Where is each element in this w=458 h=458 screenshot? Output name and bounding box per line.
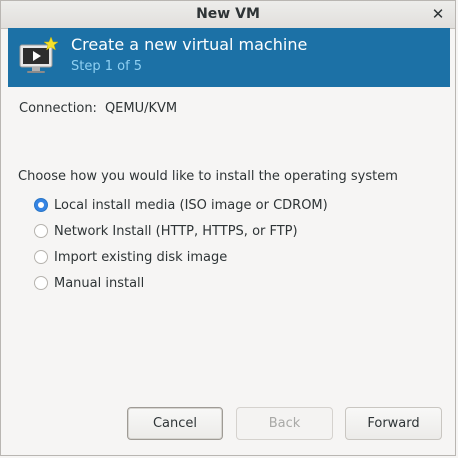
wizard-header: Create a new virtual machine Step 1 of 5 <box>8 28 450 87</box>
radio-label: Local install media (ISO image or CDROM) <box>54 197 328 213</box>
radio-button[interactable] <box>34 250 48 264</box>
radio-button-checked[interactable] <box>34 198 48 212</box>
close-icon: ✕ <box>431 5 445 23</box>
header-title: Create a new virtual machine <box>71 35 308 54</box>
radio-button[interactable] <box>34 224 48 238</box>
connection-value: QEMU/KVM <box>104 101 178 116</box>
back-button[interactable]: Back <box>236 407 333 440</box>
virtual-machine-icon <box>19 37 59 73</box>
new-vm-dialog: New VM ✕ Create a new virtual machine St… <box>0 0 456 456</box>
radio-label: Network Install (HTTP, HTTPS, or FTP) <box>54 223 298 239</box>
forward-button[interactable]: Forward <box>345 407 442 440</box>
radio-network-install[interactable]: Network Install (HTTP, HTTPS, or FTP) <box>34 221 298 241</box>
radio-import-disk-image[interactable]: Import existing disk image <box>34 247 227 267</box>
radio-label: Manual install <box>54 275 145 291</box>
close-button[interactable]: ✕ <box>429 5 447 23</box>
window-title: New VM <box>196 6 260 22</box>
titlebar: New VM ✕ <box>1 1 455 29</box>
radio-manual-install[interactable]: Manual install <box>34 273 144 293</box>
cancel-button[interactable]: Cancel <box>127 407 223 440</box>
step-indicator: Step 1 of 5 <box>71 59 143 74</box>
radio-label: Import existing disk image <box>54 249 228 265</box>
connection-label: Connection: <box>19 101 97 116</box>
radio-button[interactable] <box>34 276 48 290</box>
install-prompt: Choose how you would like to install the… <box>18 169 398 184</box>
connection-row: Connection: QEMU/KVM <box>19 101 177 116</box>
radio-local-install-media[interactable]: Local install media (ISO image or CDROM) <box>34 195 328 215</box>
